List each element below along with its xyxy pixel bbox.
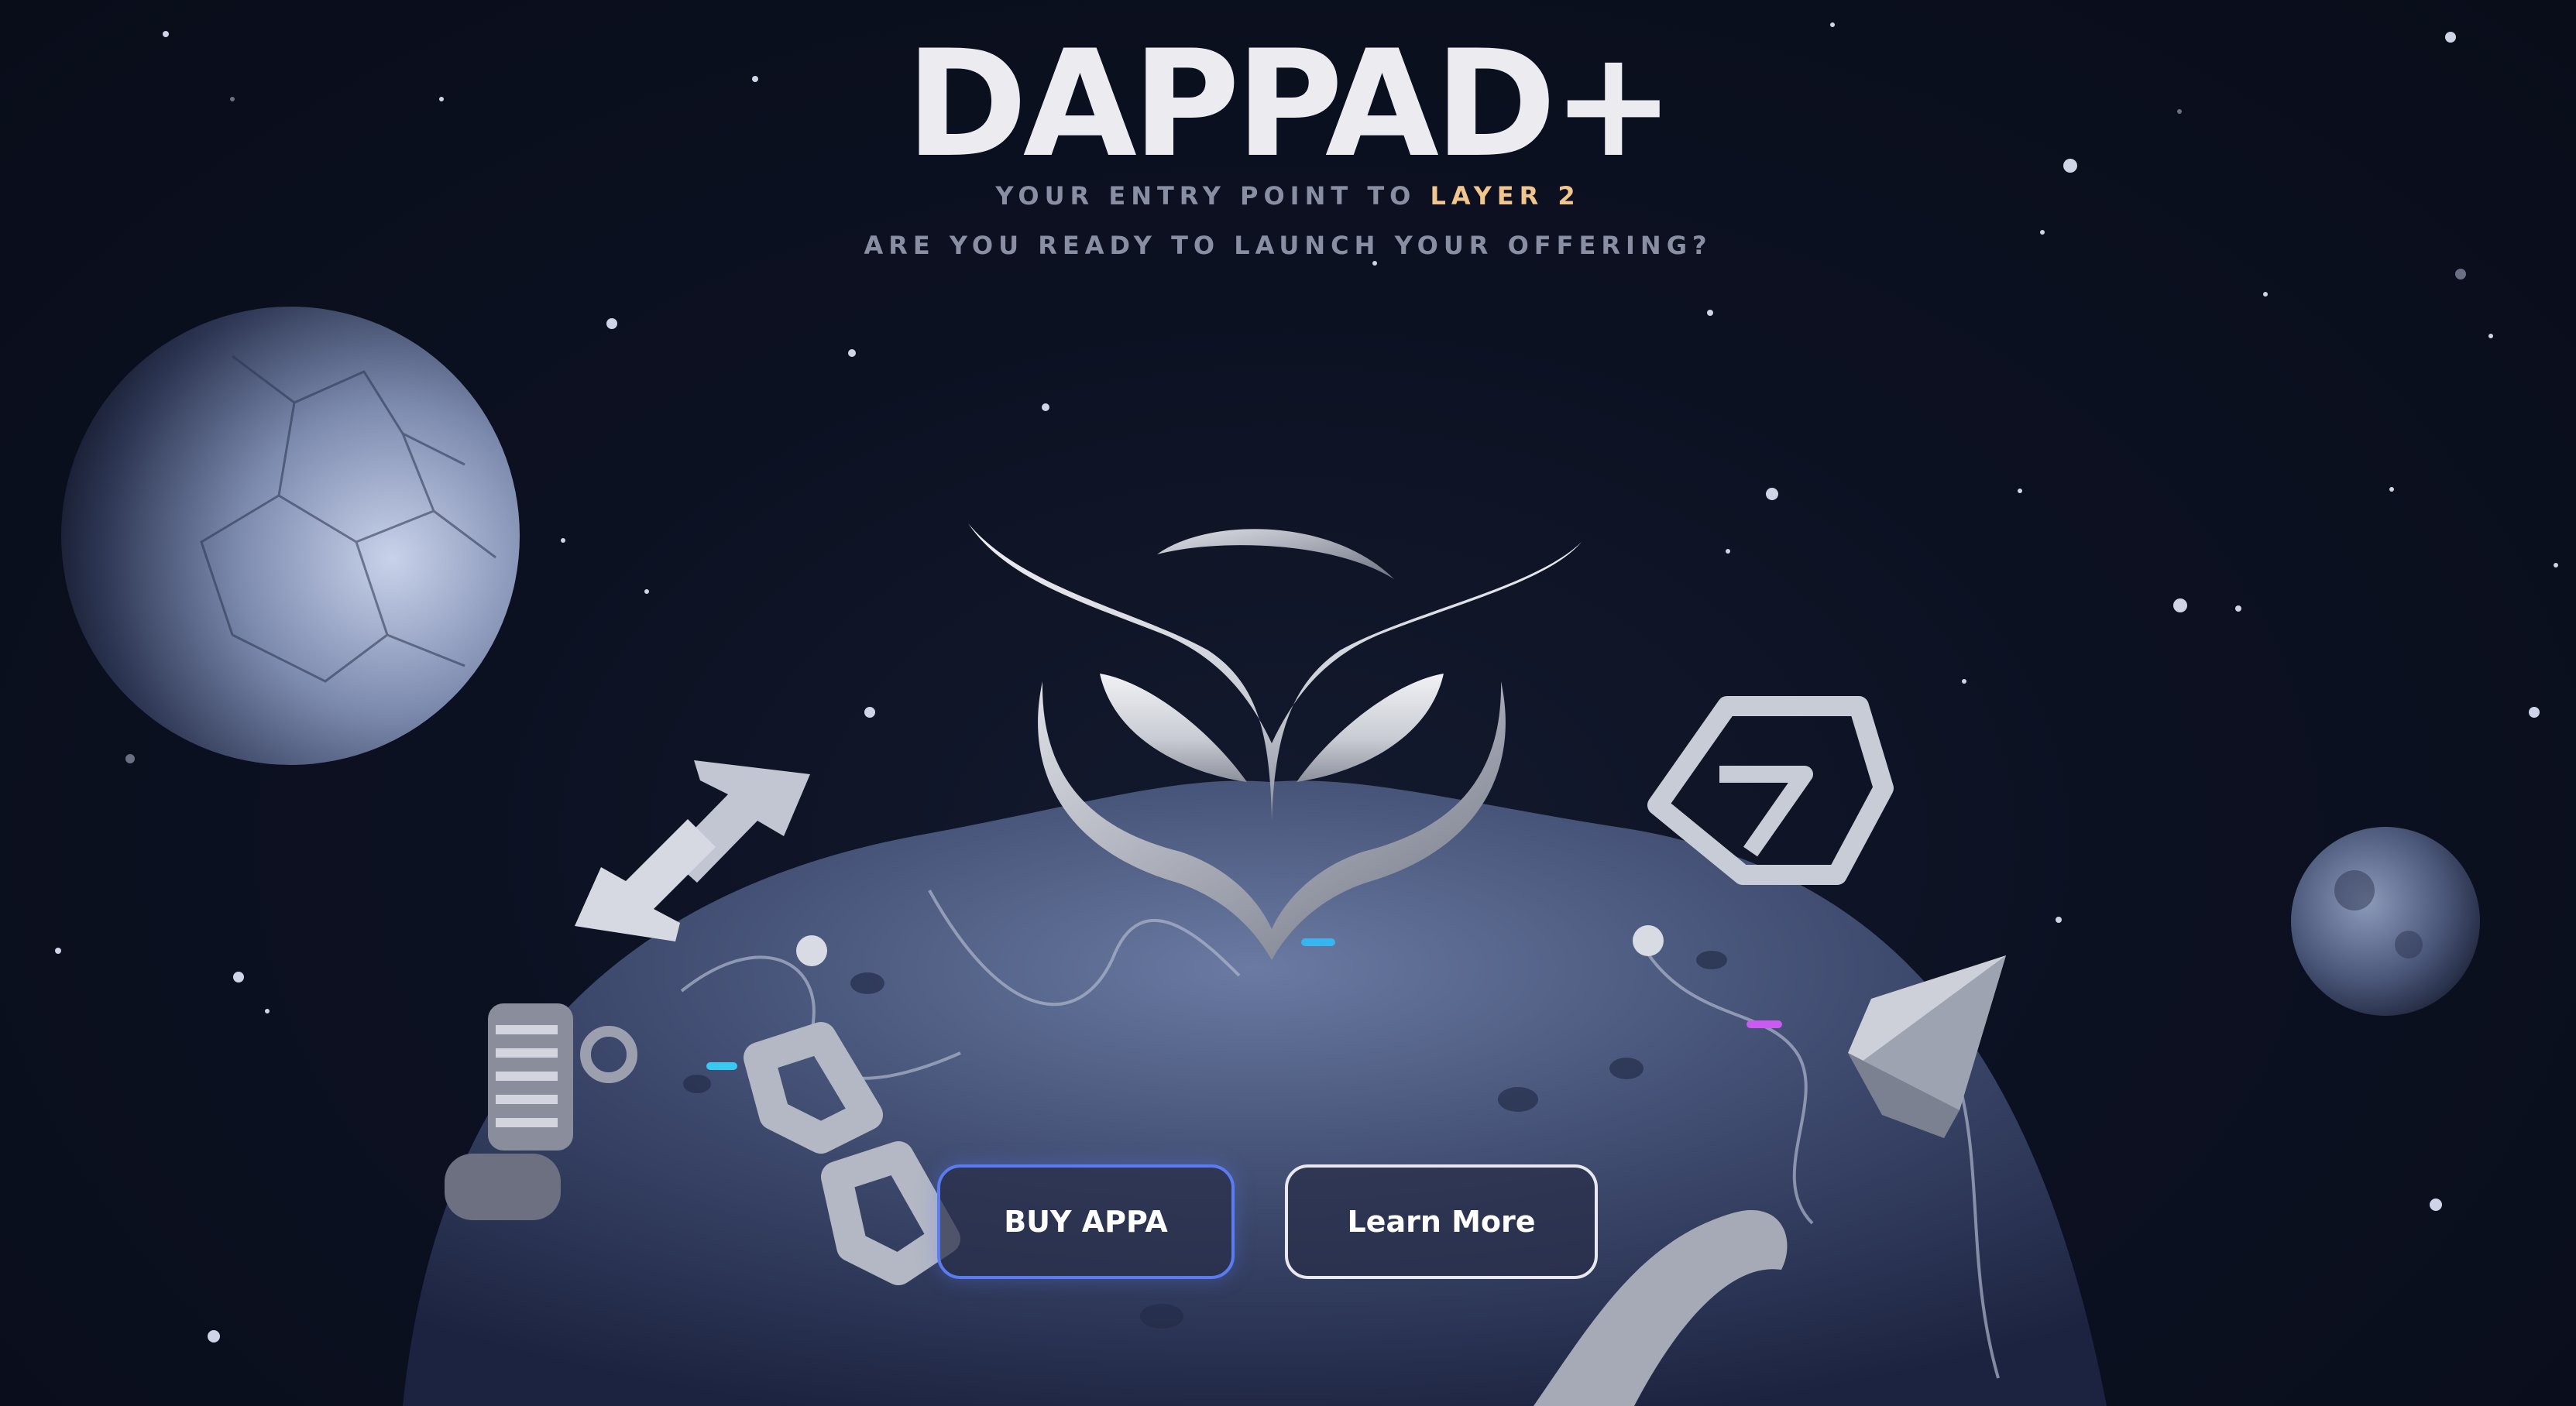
buy-appa-button[interactable]: BUY APPA — [937, 1164, 1235, 1279]
tagline: YOUR ENTRY POINT TO LAYER 2 — [0, 181, 2576, 211]
landing-page: DAPPAD+ YOUR ENTRY POINT TO LAYER 2 ARE … — [0, 0, 2576, 1406]
small-moon-icon — [2291, 827, 2480, 1016]
moon-icon — [61, 307, 520, 765]
tagline-prefix: YOUR ENTRY POINT TO — [995, 181, 1431, 211]
tagline-accent: LAYER 2 — [1430, 181, 1581, 211]
subline: ARE YOU READY TO LAUNCH YOUR OFFERING? — [864, 231, 1712, 260]
page-title: DAPPAD+ — [905, 19, 1675, 190]
learn-more-button[interactable]: Learn More — [1285, 1164, 1598, 1279]
